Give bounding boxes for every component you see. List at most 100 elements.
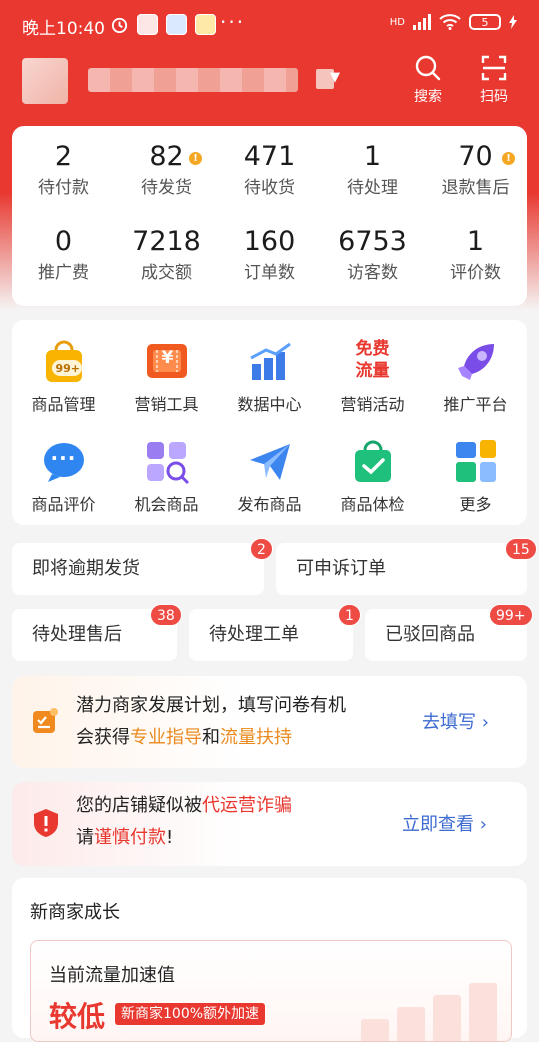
view-now-link[interactable]: 立即查看 › [402,810,487,836]
status-notification-icons [110,14,216,35]
stat-value: 7218 [132,226,201,257]
video-app-icon [137,14,158,35]
decorative-bar [469,983,497,1041]
shop-avatar[interactable] [22,58,68,104]
stat-refund-aftersales[interactable]: 70 退款售后! [424,140,527,200]
stat-value: 6753 [338,226,407,257]
stat-review-count[interactable]: 1 评价数 [424,225,527,285]
alert-dot-icon: ! [502,152,515,165]
stat-label: 推广费 [38,263,89,283]
grid-search-icon [143,438,191,486]
bar-chart-icon [246,338,294,386]
coupon-icon: ¥ [143,338,191,386]
tool-marketing-activities[interactable]: 免费流量 营销活动 [321,338,424,416]
stat-label: 待处理 [347,178,398,198]
stat-value: 471 [243,141,296,172]
chat-bubble-icon: ··· [40,438,88,486]
chevron-right-icon: › [479,814,487,835]
tools-grid-card: 99+ 商品管理 ¥ 营销工具 数据中心 免费流量 营销活动 推广平台 ··· … [12,320,527,525]
chevron-right-icon: › [481,712,489,733]
shop-name-blurred[interactable] [88,68,298,92]
charging-icon [509,15,517,29]
search-icon [415,55,441,81]
alert-dot-icon: ! [189,152,202,165]
shop-switch-caret-icon[interactable]: ▼ [330,70,340,85]
extra-boost-tag: 新商家100%额外加速 [115,1003,266,1025]
section-title: 新商家成长 [30,902,120,923]
stat-value: 0 [54,226,73,257]
fraud-text: 您的店铺疑似被代运营诈骗 请谨慎付款! [76,795,292,848]
count-badge: 38 [150,604,182,626]
count-badge: 15 [505,538,537,560]
stat-value: 1 [363,141,382,172]
stat-pending-payment[interactable]: 2 待付款 [12,140,115,200]
battery-icon: 5 [469,14,501,30]
check-bag-icon [349,438,397,486]
stat-pending-process[interactable]: 1 待处理 [321,140,424,200]
search-button[interactable]: 搜索 [402,54,454,106]
task-pending-tickets[interactable]: 待处理工单 [189,609,353,661]
fraud-warning-banner[interactable]: 您的店铺疑似被代运营诈骗 请谨慎付款! 立即查看 › [12,782,527,866]
stat-value: 2 [54,141,73,172]
count-badge: 99+ [489,604,533,626]
shopping-bag-icon: 99+ [40,338,88,386]
stat-label: 退款售后 [441,178,510,198]
traffic-boost-level: 较低 [49,1000,106,1033]
scan-label: 扫码 [480,89,508,105]
stat-transaction-amount[interactable]: 7218 成交额 [115,225,218,285]
tool-promotion-platform[interactable]: 推广平台 [424,338,527,416]
stat-pending-receipt[interactable]: 471 待收货 [218,140,321,200]
network-hd-label: HD [389,16,405,28]
tool-marketing-tools[interactable]: ¥ 营销工具 [115,338,218,416]
stat-promotion-fee[interactable]: 0 推广费 [12,225,115,285]
stat-label: 订单数 [244,263,295,283]
tool-product-reviews[interactable]: ··· 商品评价 [12,438,115,516]
new-merchant-growth-card: 新商家成长 当前流量加速值 较低 新商家100%额外加速 [12,878,527,1042]
cloud-app-icon [166,14,187,35]
free-traffic-icon: 免费流量 [355,339,390,381]
stat-label: 访客数 [347,263,398,283]
task-overdue-shipping[interactable]: 即将逾期发货 [12,543,264,595]
tool-publish-product[interactable]: 发布商品 [218,438,321,516]
tool-opportunity-products[interactable]: 机会商品 [115,438,218,516]
stat-label: 成交额 [141,263,192,283]
tool-more[interactable]: 更多 [424,438,527,516]
shop-app-icon [195,14,216,35]
stat-value: 82 [149,141,184,172]
count-badge: 1 [338,604,361,626]
battery-level: 5 [481,15,489,29]
survey-icon [33,708,58,733]
stat-label: 待付款 [38,178,89,198]
stat-pending-shipment[interactable]: 82 待发货! [115,140,218,200]
shield-warning-icon [34,809,58,837]
wifi-icon [439,14,461,30]
scan-button[interactable]: 扫码 [468,54,520,106]
scan-icon [481,55,507,81]
tool-product-management[interactable]: 99+ 商品管理 [12,338,115,416]
rocket-icon [452,338,500,386]
stat-order-count[interactable]: 160 订单数 [218,225,321,285]
task-appealable-orders[interactable]: 可申诉订单 [276,543,527,595]
status-bar: 晚上10:40 ··· HD 5 [0,0,539,52]
shop-stats-card: 2 待付款 82 待发货! 471 待收货 1 待处理 70 退款售后! 0 推广费 7218 成交额 16… [12,126,527,306]
tool-product-inspection[interactable]: 商品体检 [321,438,424,516]
alarm-clock-icon [111,17,128,34]
paper-plane-icon [246,438,294,486]
decorative-bar [361,1019,389,1041]
fill-survey-link[interactable]: 去填写 › [422,708,489,734]
decorative-bar [433,995,461,1041]
plan-text: 潜力商家发展计划，填写问卷有机 会获得专业指导和流量扶持 [76,695,346,748]
search-label: 搜索 [414,89,442,105]
stat-label: 待收货 [244,178,295,198]
more-notifications-icon: ··· [220,10,246,34]
count-badge: 2 [250,538,273,560]
merchant-plan-banner[interactable]: 潜力商家发展计划，填写问卷有机 会获得专业指导和流量扶持 去填写 › [12,676,527,768]
stat-label: 评价数 [450,263,501,283]
tool-data-center[interactable]: 数据中心 [218,338,321,416]
stat-value: 160 [243,226,296,257]
traffic-boost-title: 当前流量加速值 [49,965,175,986]
traffic-boost-panel[interactable]: 当前流量加速值 较低 新商家100%额外加速 [30,940,512,1042]
status-system-icons: HD 5 [390,14,517,30]
shop-header: ▼ 搜索 扫码 [0,52,539,120]
stat-visitor-count[interactable]: 6753 访客数 [321,225,424,285]
